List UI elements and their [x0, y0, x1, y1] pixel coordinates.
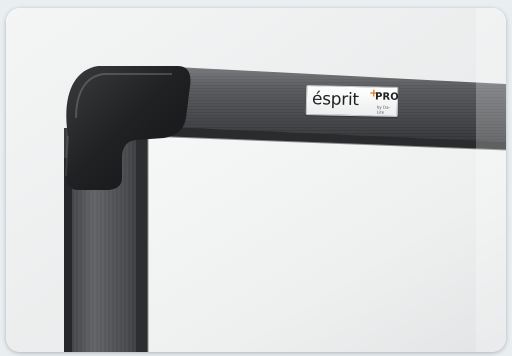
whiteboard-photo: ésprit + PRO by Da-Lite [6, 8, 506, 352]
board-surface [146, 136, 506, 352]
brand-subtitle: by Da-Lite [376, 104, 391, 115]
brand-pro: PRO [374, 91, 399, 103]
whiteboard-illustration [6, 8, 506, 352]
brand-name: ésprit [311, 89, 359, 111]
brand-badge: ésprit + PRO by Da-Lite [305, 85, 399, 117]
